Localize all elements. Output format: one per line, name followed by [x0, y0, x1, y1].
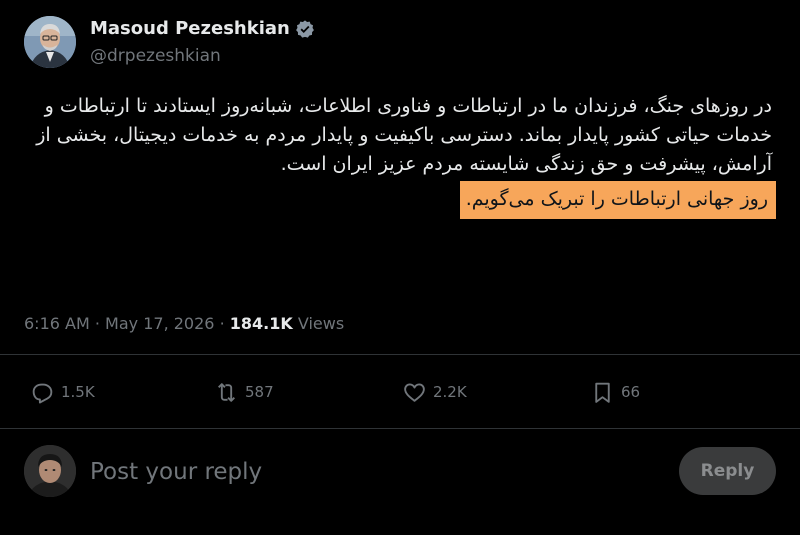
verified-badge-icon [295, 19, 315, 39]
views-count: 184.1K [229, 314, 293, 333]
divider [0, 428, 800, 429]
user-avatar[interactable] [24, 445, 76, 497]
tweet-text: در روزهای جنگ، فرزندان ما در ارتباطات و … [36, 95, 772, 175]
bookmark-action-button[interactable]: 66 [590, 374, 640, 410]
retweet-action-button[interactable]: 587 [214, 374, 274, 410]
meta-separator: · [219, 314, 225, 333]
author-avatar-image [24, 16, 76, 68]
reply-input[interactable] [90, 454, 650, 490]
author-avatar[interactable] [24, 16, 76, 68]
author-display-name[interactable]: Masoud Pezeshkian [90, 18, 315, 39]
bookmark-count: 66 [621, 383, 641, 401]
bookmark-icon [595, 382, 610, 403]
tweet-body: در روزهای جنگ، فرزندان ما در ارتباطات و … [24, 92, 776, 219]
tweet-meta: 6:16 AM · May 17, 2026 · 184.1K Views [24, 314, 344, 333]
heart-icon [404, 383, 425, 402]
reply-button[interactable]: Reply [679, 447, 776, 495]
highlighted-text: روز جهانی ارتباطات را تبریک می‌گویم. [459, 181, 776, 219]
retweet-icon [218, 382, 235, 402]
like-action-button[interactable]: 2.2K [402, 374, 467, 410]
author-name-text[interactable]: Masoud Pezeshkian [90, 18, 290, 39]
tweet-date[interactable]: May 17, 2026 [105, 314, 214, 333]
retweet-count: 587 [245, 383, 274, 401]
action-bar: 1.5K 587 2.2K 66 [0, 374, 800, 410]
author-handle[interactable]: @drpezeshkian [90, 46, 221, 66]
user-avatar-image [24, 445, 76, 497]
reply-action-button[interactable]: 1.5K [30, 374, 95, 410]
reply-icon [32, 383, 53, 403]
divider [0, 354, 800, 355]
like-count: 2.2K [433, 383, 467, 401]
reply-count: 1.5K [61, 383, 95, 401]
tweet-time[interactable]: 6:16 AM [24, 314, 90, 333]
meta-separator: · [94, 314, 100, 333]
views-label: Views [297, 314, 345, 333]
